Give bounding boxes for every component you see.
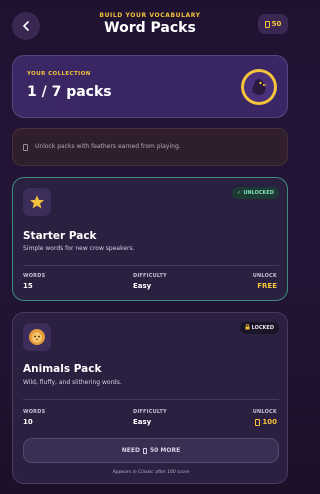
pack-description: Wild, fluffy, and slithering words. [23,379,122,386]
pack-icon [23,323,51,351]
words-label: WORDS [23,409,46,415]
unlock-cost: 100 [255,418,277,426]
divider [23,265,279,266]
star-icon [30,195,44,209]
feather-count: 50 [271,20,282,28]
divider [23,399,279,400]
pack-icon [23,188,51,216]
unlock-value: FREE [257,282,277,290]
need-button-label: NEED [121,447,140,454]
difficulty-label: DIFFICULTY [133,273,167,279]
unlock-value: 100 [262,418,277,426]
lion-icon [29,329,45,345]
pack-description: Simple words for new crow speakers. [23,245,135,252]
crow-icon [251,79,267,95]
unlock-label: UNLOCK [252,273,277,279]
pack-name: Starter Pack [23,230,97,242]
page-title: Word Packs [104,20,196,36]
feather-balance[interactable]: 50 [258,14,288,34]
need-button-amount: 50 MORE [149,447,181,454]
banner-text: Unlock packs with feathers earned from p… [35,143,181,150]
pack-card-starter[interactable]: ✓ UNLOCKED Starter Pack Simple words for… [12,177,288,301]
collection-value: 1 / 7 packs [27,84,112,100]
collection-label: YOUR COLLECTION [27,71,91,77]
difficulty-label: DIFFICULTY [133,409,167,415]
status-badge: ✓ UNLOCKED [232,187,279,199]
pack-card-animals[interactable]: LOCKED Animals Pack Wild, fluffy, and sl… [12,312,288,484]
words-value: 10 [23,418,33,426]
crow-avatar [241,69,277,105]
need-feathers-button[interactable]: NEED 50 MORE [23,438,279,463]
words-value: 15 [23,282,33,290]
info-banner: Unlock packs with feathers earned from p… [12,128,288,166]
pack-name: Animals Pack [23,363,102,375]
difficulty-value: Easy [133,282,152,290]
unlock-label: UNLOCK [252,409,277,415]
words-label: WORDS [23,273,46,279]
difficulty-value: Easy [133,418,152,426]
check-icon: ✓ [237,190,242,196]
pack-footnote: Appears in Classic after 100 score [112,470,190,475]
lock-icon [245,324,250,332]
header: BUILD YOUR VOCABULARY Word Packs 50 [0,0,300,48]
status-badge: LOCKED [239,322,279,334]
info-icon [23,144,28,151]
page-kicker: BUILD YOUR VOCABULARY [99,12,201,19]
collection-card: YOUR COLLECTION 1 / 7 packs [12,55,288,118]
feather-icon [264,20,270,28]
feather-icon [142,447,147,454]
feather-icon [255,418,261,426]
